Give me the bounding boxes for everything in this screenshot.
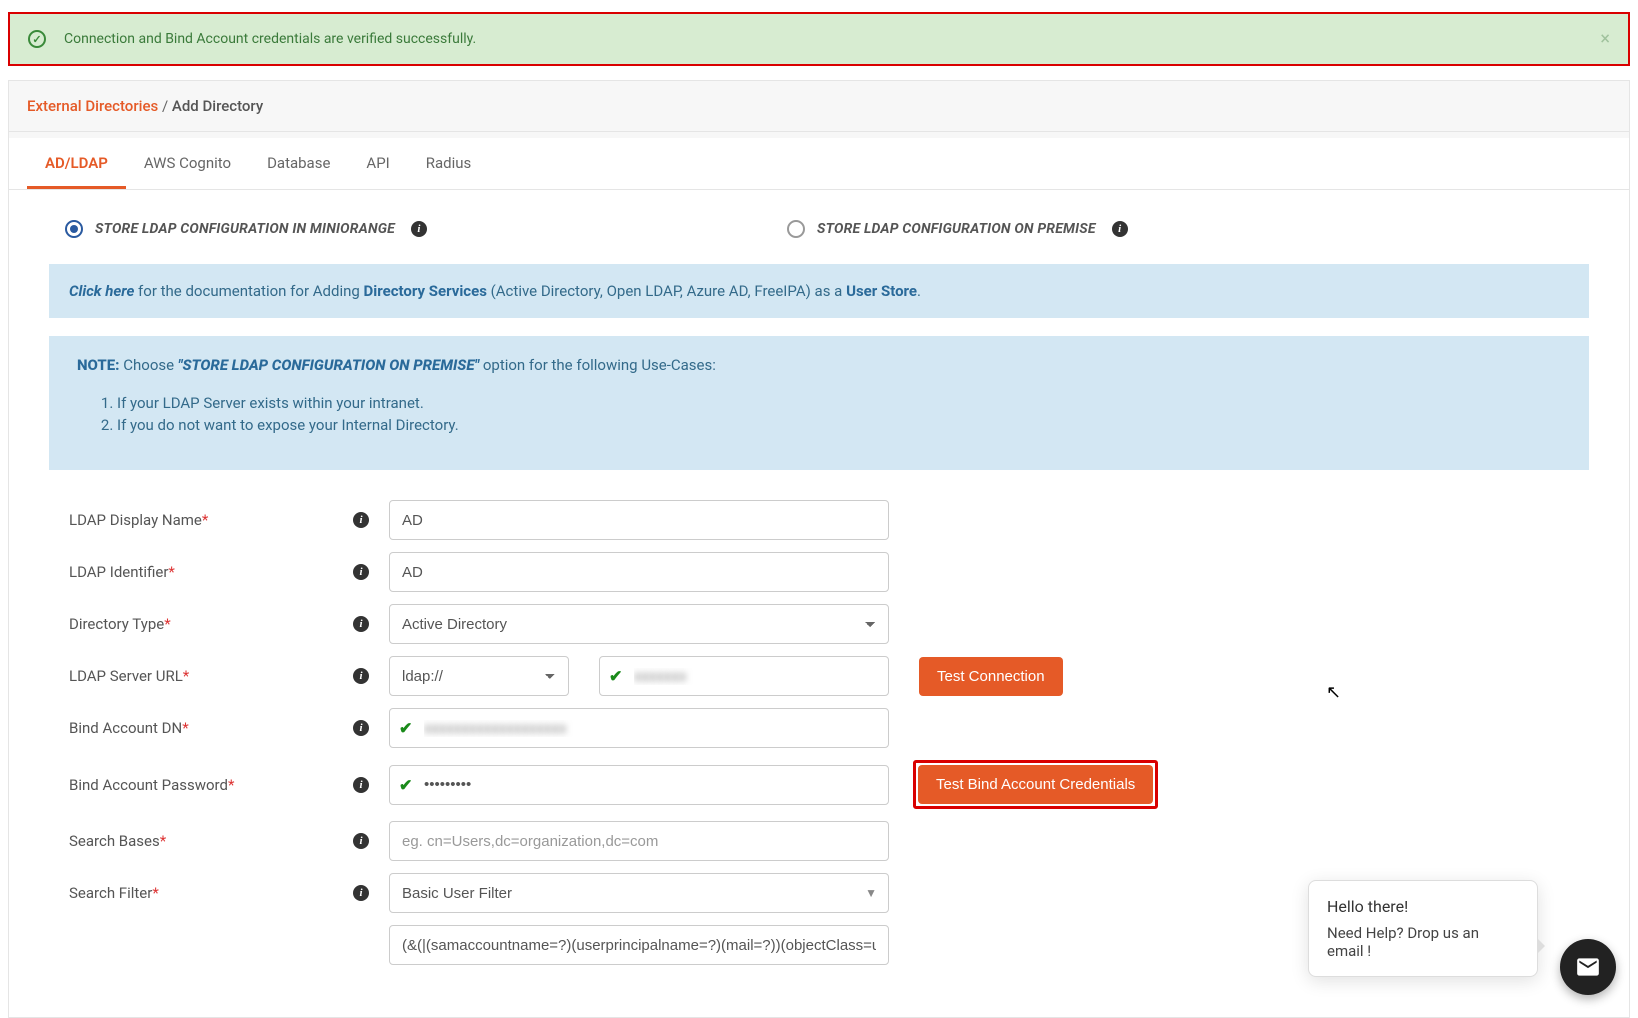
info-icon[interactable]: i: [353, 512, 369, 528]
label-bind-password: Bind Account Password: [69, 776, 228, 794]
info-icon[interactable]: i: [353, 833, 369, 849]
info-icon[interactable]: i: [353, 885, 369, 901]
select-url-scheme[interactable]: ldap://: [389, 656, 569, 696]
tab-aws-cognito[interactable]: AWS Cognito: [126, 138, 249, 189]
alert-close-icon[interactable]: ×: [1600, 29, 1610, 50]
test-bind-highlight: Test Bind Account Credentials: [913, 760, 1158, 809]
info-icon[interactable]: i: [353, 616, 369, 632]
tab-api[interactable]: API: [348, 138, 407, 189]
breadcrumb-sep: /: [162, 97, 168, 115]
radio-icon-selected: [65, 220, 83, 238]
check-circle-icon: ✓: [28, 30, 46, 48]
input-bind-password[interactable]: [389, 765, 889, 805]
note-box: NOTE: Choose "STORE LDAP CONFIGURATION O…: [49, 336, 1589, 470]
chat-subtext: Need Help? Drop us an email !: [1327, 924, 1519, 960]
info-icon[interactable]: i: [353, 720, 369, 736]
info-icon[interactable]: i: [353, 564, 369, 580]
label-identifier: LDAP Identifier: [69, 563, 168, 581]
user-store-term: User Store: [846, 282, 917, 300]
info-text: (Active Directory, Open LDAP, Azure AD, …: [487, 282, 846, 300]
radio-onpremise-label: STORE LDAP CONFIGURATION ON PREMISE: [817, 221, 1096, 237]
input-search-filter-expr[interactable]: [389, 925, 889, 965]
directory-services-term: Directory Services: [364, 282, 487, 300]
tab-radius[interactable]: Radius: [408, 138, 490, 189]
breadcrumb-root-link[interactable]: External Directories: [27, 97, 158, 115]
select-search-filter[interactable]: Basic User Filter: [389, 873, 889, 913]
input-search-bases[interactable]: [389, 821, 889, 861]
test-bind-credentials-button[interactable]: Test Bind Account Credentials: [918, 765, 1153, 804]
info-text: for the documentation for Adding: [134, 282, 363, 300]
breadcrumb: External Directories / Add Directory: [9, 81, 1629, 132]
label-search-bases: Search Bases: [69, 832, 160, 850]
input-identifier[interactable]: [389, 552, 889, 592]
note-li-1: If your LDAP Server exists within your i…: [117, 394, 1561, 412]
info-icon[interactable]: i: [353, 777, 369, 793]
tab-database[interactable]: Database: [249, 138, 348, 189]
info-icon[interactable]: i: [353, 668, 369, 684]
breadcrumb-current: Add Directory: [172, 97, 263, 115]
radio-icon-unselected: [787, 220, 805, 238]
page-card: External Directories / Add Directory AD/…: [8, 80, 1630, 1018]
tabs: AD/LDAP AWS Cognito Database API Radius: [9, 138, 1629, 190]
input-server-host[interactable]: [599, 656, 889, 696]
documentation-info: Click here for the documentation for Add…: [49, 264, 1589, 318]
label-server-url: LDAP Server URL: [69, 667, 183, 685]
label-display-name: LDAP Display Name: [69, 511, 202, 529]
label-directory-type: Directory Type: [69, 615, 164, 633]
radio-miniorange-label: STORE LDAP CONFIGURATION IN MINIORANGE: [95, 221, 395, 237]
radio-miniorange[interactable]: STORE LDAP CONFIGURATION IN MINIORANGE i: [65, 220, 427, 238]
chat-greeting: Hello there!: [1327, 897, 1519, 916]
select-directory-type[interactable]: Active Directory: [389, 604, 889, 644]
click-here-link[interactable]: Click here: [69, 282, 134, 300]
chat-arrow-icon: [1537, 938, 1545, 954]
note-label: NOTE:: [77, 356, 120, 374]
info-icon[interactable]: i: [411, 221, 427, 237]
radio-onpremise[interactable]: STORE LDAP CONFIGURATION ON PREMISE i: [787, 220, 1128, 238]
input-bind-dn[interactable]: [389, 708, 889, 748]
chat-fab-button[interactable]: [1560, 939, 1616, 995]
check-icon: ✔: [399, 775, 412, 794]
note-text: option for the following Use-Cases:: [479, 356, 716, 374]
info-text: .: [917, 282, 921, 300]
info-icon[interactable]: i: [1112, 221, 1128, 237]
storage-radio-group: STORE LDAP CONFIGURATION IN MINIORANGE i…: [49, 214, 1589, 264]
tab-ad-ldap[interactable]: AD/LDAP: [27, 138, 126, 189]
check-icon: ✔: [399, 719, 412, 738]
check-icon: ✔: [609, 667, 622, 686]
chat-popup[interactable]: Hello there! Need Help? Drop us an email…: [1308, 880, 1538, 977]
alert-success: ✓ Connection and Bind Account credential…: [8, 12, 1630, 66]
label-search-filter: Search Filter: [69, 884, 152, 902]
mail-icon: [1575, 954, 1601, 980]
label-bind-dn: Bind Account DN: [69, 719, 182, 737]
alert-message: Connection and Bind Account credentials …: [64, 31, 476, 47]
test-connection-button[interactable]: Test Connection: [919, 657, 1063, 696]
note-li-2: If you do not want to expose your Intern…: [117, 416, 1561, 434]
note-emph: "STORE LDAP CONFIGURATION ON PREMISE": [178, 356, 479, 374]
input-display-name[interactable]: [389, 500, 889, 540]
note-text: Choose: [120, 356, 178, 374]
